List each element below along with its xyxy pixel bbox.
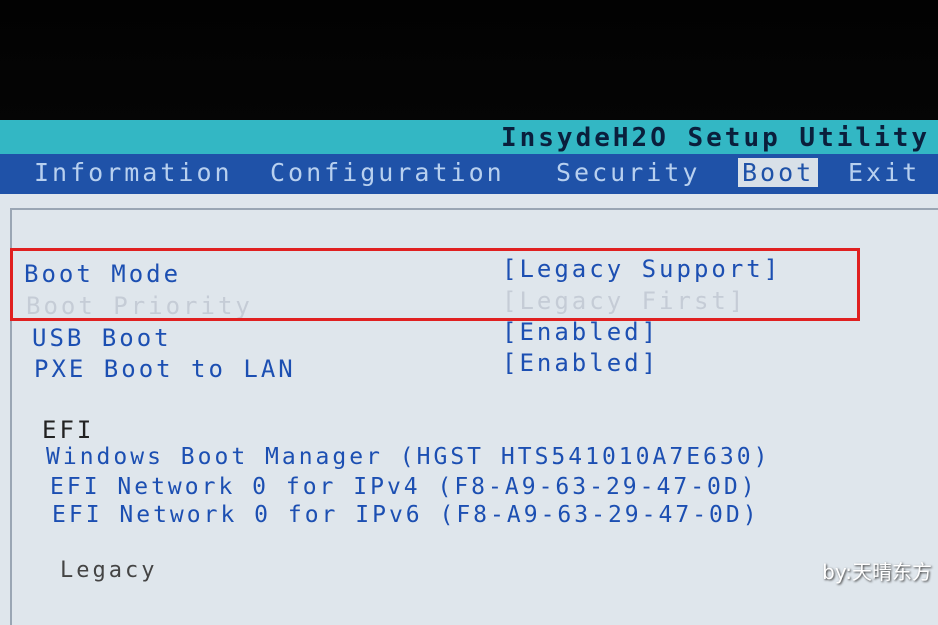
pxe-boot-value[interactable]: [Enabled] (502, 349, 659, 377)
utility-title: InsydeH2O Setup Utility (500, 123, 930, 153)
efi-entry-network-ipv6[interactable]: EFI Network 0 for IPv6 (F8-A9-63-29-47-0… (52, 502, 760, 528)
pxe-boot-label[interactable]: PXE Boot to LAN (34, 355, 296, 383)
legacy-heading: Legacy (60, 558, 158, 583)
highlight-outline (10, 248, 860, 321)
menu-bar: Information Configuration Security Boot … (0, 154, 938, 194)
efi-entry-network-ipv4[interactable]: EFI Network 0 for IPv4 (F8-A9-63-29-47-0… (50, 474, 758, 500)
bios-screen: InsydeH2O Setup Utility Information Conf… (0, 120, 938, 625)
tab-exit[interactable]: Exit (844, 158, 924, 187)
usb-boot-value[interactable]: [Enabled] (502, 318, 659, 346)
tab-security[interactable]: Security (552, 158, 704, 187)
tab-boot[interactable]: Boot (738, 158, 819, 187)
tab-configuration[interactable]: Configuration (266, 158, 509, 187)
title-bar: InsydeH2O Setup Utility (0, 120, 938, 154)
efi-heading: EFI (42, 416, 95, 444)
efi-entry-windows-boot-manager[interactable]: Windows Boot Manager (HGST HTS541010A7E6… (46, 444, 770, 470)
watermark: by:天晴东方 (822, 560, 932, 584)
usb-boot-label[interactable]: USB Boot (32, 324, 172, 352)
tab-information[interactable]: Information (30, 158, 237, 187)
